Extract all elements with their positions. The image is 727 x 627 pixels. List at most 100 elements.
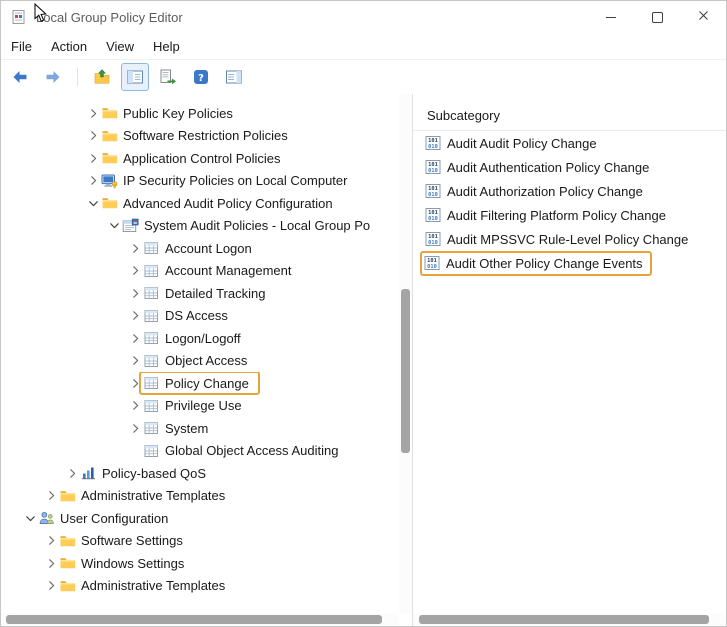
chevron-right-icon[interactable]: [127, 241, 143, 255]
chevron-right-icon[interactable]: [127, 399, 143, 413]
tree-item[interactable]: System: [1, 417, 398, 440]
tree-item-label: Detailed Tracking: [165, 285, 266, 301]
tree-item[interactable]: IP Security Policies on Local Computer: [1, 170, 398, 193]
chevron-right-icon[interactable]: [85, 151, 101, 165]
tree-item[interactable]: System Audit Policies - Local Group Po: [1, 215, 398, 238]
highlight-box: 101 010 Audit Other Policy Change Events: [420, 250, 652, 276]
tree-item[interactable]: User Configuration: [1, 507, 398, 530]
minimize-icon: [606, 16, 616, 18]
tree-item-body: Administrative Templates: [59, 576, 225, 596]
console-tree-pane: Public Key Policies Software Restriction …: [1, 94, 413, 626]
chevron-right-icon[interactable]: [64, 466, 80, 480]
binary-icon: 101 010: [424, 255, 440, 271]
up-one-level-button[interactable]: [88, 63, 116, 91]
tree-item[interactable]: Public Key Policies: [1, 102, 398, 125]
tree-item-body: System Audit Policies - Local Group Po: [122, 216, 370, 236]
tree-horizontal-scrollbar[interactable]: [1, 613, 399, 626]
back-button[interactable]: [6, 63, 34, 91]
tree-item[interactable]: Object Access: [1, 350, 398, 373]
export-list-button[interactable]: [154, 63, 182, 91]
tree-item[interactable]: Policy Change: [1, 372, 398, 395]
list-item[interactable]: 101 010 Audit MPSSVC Rule-Level Policy Cha…: [413, 227, 726, 251]
menu-help[interactable]: Help: [153, 39, 180, 54]
subcategory-column-header[interactable]: Subcategory: [413, 100, 726, 131]
chevron-right-icon[interactable]: [127, 286, 143, 300]
tree-item[interactable]: Policy-based QoS: [1, 462, 398, 485]
list-item[interactable]: 101 010 Audit Other Policy Change Events: [413, 250, 726, 276]
maximize-button[interactable]: [634, 1, 680, 33]
tree-item-label: Public Key Policies: [123, 105, 233, 121]
tree-item-label: User Configuration: [60, 510, 169, 526]
tree-item[interactable]: Administrative Templates: [1, 575, 398, 598]
close-button[interactable]: [680, 1, 726, 33]
tree-item-label: Policy Change: [165, 375, 249, 391]
tree-item[interactable]: Software Settings: [1, 530, 398, 553]
list-horizontal-scrollbar-thumb[interactable]: [419, 615, 709, 624]
chevron-right-icon[interactable]: [43, 556, 59, 570]
list-item[interactable]: 101 010 Audit Authentication Policy Change: [413, 155, 726, 179]
tree-vertical-scrollbar-thumb[interactable]: [401, 289, 410, 453]
tree-item[interactable]: DS Access: [1, 305, 398, 328]
help-icon: ?: [192, 68, 210, 86]
tree-item-label: Administrative Templates: [81, 578, 226, 594]
chevron-right-icon[interactable]: [127, 331, 143, 345]
tree-item[interactable]: Account Logon: [1, 237, 398, 260]
tree-item[interactable]: Logon/Logoff: [1, 327, 398, 350]
binary-icon: 101 010: [425, 159, 441, 175]
chevron-right-icon[interactable]: [127, 421, 143, 435]
tree-item-label: Windows Settings: [81, 555, 185, 571]
local-group-policy-editor-window: Local Group Policy Editor File Action View…: [0, 0, 727, 627]
chevron-down-icon[interactable]: [106, 219, 122, 233]
tree-item[interactable]: Detailed Tracking: [1, 282, 398, 305]
list-item[interactable]: 101 010 Audit Audit Policy Change: [413, 131, 726, 155]
list-item[interactable]: 101 010 Audit Filtering Platform Policy Ch…: [413, 203, 726, 227]
tree-horizontal-scrollbar-thumb[interactable]: [6, 615, 382, 624]
tree-item[interactable]: Administrative Templates: [1, 485, 398, 508]
chevron-right-icon[interactable]: [43, 489, 59, 503]
list-item-label: Audit MPSSVC Rule-Level Policy Change: [447, 231, 689, 247]
menu-view[interactable]: View: [106, 39, 134, 54]
tree-item-body: Detailed Tracking: [143, 283, 265, 303]
list-item-label: Audit Other Policy Change Events: [446, 255, 643, 271]
chevron-right-icon[interactable]: [43, 534, 59, 548]
tree-item[interactable]: Windows Settings: [1, 552, 398, 575]
tree-item-label: Administrative Templates: [81, 488, 226, 504]
list-horizontal-scrollbar[interactable]: [413, 613, 726, 626]
show-action-pane-button[interactable]: [220, 63, 248, 91]
up-one-level-icon: [93, 68, 111, 86]
mmc-app-icon: [11, 9, 27, 25]
forward-button[interactable]: [39, 63, 67, 91]
tree-item-body: Software Restriction Policies: [101, 126, 288, 146]
list-item[interactable]: 101 010 Audit Authorization Policy Change: [413, 179, 726, 203]
tree-item[interactable]: Advanced Audit Policy Configuration: [1, 192, 398, 215]
help-button[interactable]: ?: [187, 63, 215, 91]
chevron-down-icon[interactable]: [85, 196, 101, 210]
tree-item-label: Account Logon: [165, 240, 252, 256]
chevron-right-icon[interactable]: [127, 309, 143, 323]
tree-item[interactable]: Global Object Access Auditing: [1, 440, 398, 463]
show-console-tree-button[interactable]: [121, 63, 149, 91]
chevron-right-icon[interactable]: [127, 354, 143, 368]
tree-item[interactable]: Account Management: [1, 260, 398, 283]
tree-vertical-scrollbar[interactable]: [399, 94, 412, 613]
menu-action[interactable]: Action: [51, 39, 87, 54]
menu-file[interactable]: File: [11, 39, 32, 54]
minimize-button[interactable]: [588, 1, 634, 33]
chevron-right-icon[interactable]: [85, 129, 101, 143]
tree-item[interactable]: Privilege Use: [1, 395, 398, 418]
tree-item-label: IP Security Policies on Local Computer: [123, 173, 348, 189]
chevron-right-icon[interactable]: [43, 579, 59, 593]
auditroot-icon: [122, 218, 139, 234]
export-list-icon: [159, 68, 177, 86]
chevron-right-icon[interactable]: [85, 106, 101, 120]
tree-item[interactable]: Software Restriction Policies: [1, 125, 398, 148]
chevron-right-icon[interactable]: [127, 264, 143, 278]
svg-text:010: 010: [428, 144, 438, 150]
chevron-down-icon[interactable]: [22, 511, 38, 525]
binary-icon: 101 010: [425, 135, 441, 151]
chevron-right-icon[interactable]: [85, 174, 101, 188]
tree-item-body: Global Object Access Auditing: [143, 441, 338, 461]
tree-item-body: DS Access: [143, 306, 228, 326]
tree-item[interactable]: Application Control Policies: [1, 147, 398, 170]
tree-item-body: Privilege Use: [143, 396, 242, 416]
